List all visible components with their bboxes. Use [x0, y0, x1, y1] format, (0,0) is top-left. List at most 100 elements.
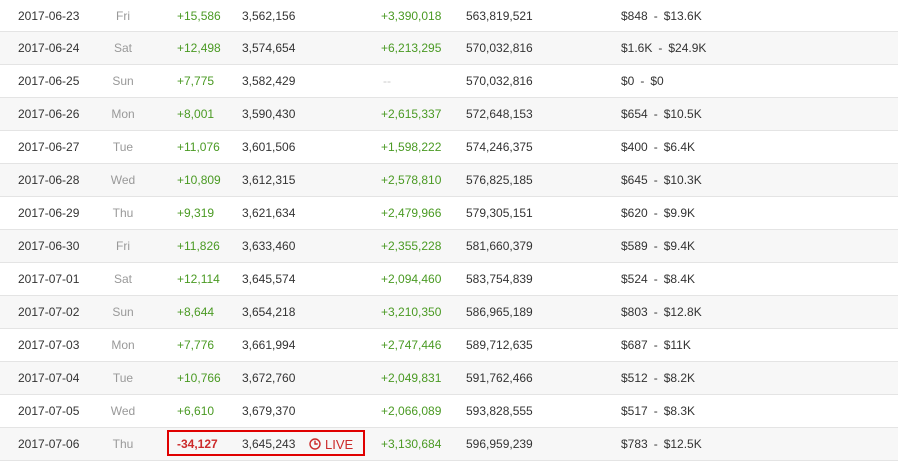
live-label: LIVE	[325, 436, 354, 452]
date-cell: 2017-07-01	[18, 272, 80, 286]
views-total-cell: 570,032,816	[466, 41, 533, 55]
earnings-range: $524- $8.4K	[621, 263, 695, 295]
earnings-high: $12.5K	[663, 437, 702, 451]
table-row: 2017-07-02 Sun +8,644 3,654,218 +3,210,350 58…	[0, 296, 898, 329]
earnings-range: $687- $11K	[621, 329, 691, 361]
views-total-cell: 570,032,816	[466, 74, 533, 88]
views-change-cell: +6,213,295	[381, 41, 442, 55]
earnings-separator: -	[640, 74, 645, 88]
subscriber-total-cell: 3,612,315	[242, 173, 296, 187]
subscriber-total-cell: 3,661,994	[242, 338, 296, 352]
weekday-cell: Mon	[111, 107, 135, 121]
weekday-cell: Wed	[110, 404, 136, 418]
date-cell: 2017-06-25	[18, 74, 80, 88]
table-row: 2017-06-30 Fri +11,826 3,633,460 +2,355,228 5…	[0, 230, 898, 263]
views-total-cell: 579,305,151	[466, 206, 533, 220]
views-change-cell: +2,049,831	[381, 371, 442, 385]
subscriber-total-cell: 3,679,370	[242, 404, 296, 418]
subscriber-change-cell: +15,586	[177, 8, 221, 23]
earnings-separator: -	[653, 437, 658, 451]
earnings-low: $524	[621, 272, 648, 286]
weekday-cell: Wed	[110, 173, 136, 187]
weekday-cell: Tue	[112, 140, 134, 154]
table-row: 2017-06-27 Tue +11,076 3,601,506 +1,598,222 5…	[0, 131, 898, 164]
views-change-cell: +2,747,446	[381, 338, 442, 352]
subscriber-change-cell: +9,319	[177, 206, 215, 220]
views-change-cell: +2,615,337	[381, 107, 442, 121]
subscriber-change-cell: +11,826	[177, 239, 220, 253]
subscriber-change-cell: +10,809	[177, 173, 221, 187]
views-total-cell: 576,825,185	[466, 173, 533, 187]
weekday-cell: Sun	[112, 74, 134, 88]
weekday-cell: Fri	[116, 239, 130, 253]
views-change-cell: +2,355,228	[381, 239, 442, 253]
live-indicator: LIVE	[309, 428, 353, 460]
subscriber-change-cell: +12,498	[177, 41, 221, 55]
subscriber-change-cell: +10,766	[177, 371, 221, 385]
weekday-cell: Thu	[112, 206, 134, 220]
table-row: 2017-07-05 Wed +6,610 3,679,370 +2,066,089 59…	[0, 395, 898, 428]
earnings-high: $6.4K	[663, 140, 696, 154]
subscriber-total-cell: 3,601,506	[242, 140, 296, 154]
earnings-high: $10.3K	[663, 173, 702, 187]
weekday-cell: Tue	[112, 371, 134, 385]
earnings-separator: -	[653, 371, 658, 385]
views-change-cell: +2,094,460	[381, 272, 442, 286]
subscriber-total-cell: 3,645,243	[242, 437, 296, 451]
earnings-separator: -	[653, 173, 658, 187]
views-change-cell: +2,578,810	[381, 173, 442, 187]
earnings-range: $848- $13.6K	[621, 0, 702, 31]
views-total-cell: 581,660,379	[466, 239, 533, 253]
subscriber-total-cell: 3,574,654	[242, 41, 296, 55]
views-total-cell: 591,762,466	[466, 371, 533, 385]
earnings-low: $589	[621, 239, 648, 253]
table-row: 2017-07-03 Mon +7,776 3,661,994 +2,747,446 58…	[0, 329, 898, 362]
date-cell: 2017-07-03	[18, 338, 80, 352]
earnings-range: $0- $0	[621, 65, 664, 97]
earnings-low: $0	[621, 74, 635, 88]
views-change-cell: --	[383, 74, 391, 88]
earnings-range: $620- $9.9K	[621, 197, 695, 229]
earnings-separator: -	[653, 404, 658, 418]
views-total-cell: 593,828,555	[466, 404, 533, 418]
weekday-cell: Thu	[112, 437, 134, 451]
earnings-range: $645- $10.3K	[621, 164, 702, 196]
subscriber-change-cell: +7,776	[177, 338, 215, 352]
subscriber-total-cell: 3,672,760	[242, 371, 296, 385]
views-change-cell: +3,390,018	[381, 8, 442, 23]
views-total-cell: 586,965,189	[466, 305, 533, 319]
subscriber-change-cell: +7,775	[177, 74, 215, 88]
subscriber-total-cell: 3,562,156	[242, 8, 296, 23]
earnings-separator: -	[653, 140, 658, 154]
date-cell: 2017-06-26	[18, 107, 80, 121]
earnings-low: $654	[621, 107, 648, 121]
subscriber-total-cell: 3,654,218	[242, 305, 296, 319]
earnings-separator: -	[653, 239, 658, 253]
earnings-high: $12.8K	[663, 305, 702, 319]
subscriber-total-cell: 3,582,429	[242, 74, 296, 88]
date-cell: 2017-07-04	[18, 371, 80, 385]
earnings-separator: -	[653, 206, 658, 220]
views-change-cell: +2,479,966	[381, 206, 442, 220]
views-total-cell: 563,819,521	[466, 8, 533, 23]
daily-stats-table: 2017-06-23 Fri +15,586 3,562,156 +3,390,018 5…	[0, 0, 898, 461]
earnings-low: $783	[621, 437, 648, 451]
table-row: 2017-06-26 Mon +8,001 3,590,430 +2,615,337 57…	[0, 98, 898, 131]
weekday-cell: Sun	[112, 305, 134, 319]
views-change-cell: +1,598,222	[381, 140, 442, 154]
earnings-range: $803- $12.8K	[621, 296, 702, 328]
views-change-cell: +2,066,089	[381, 404, 442, 418]
earnings-high: $9.9K	[663, 206, 696, 220]
earnings-range: $400- $6.4K	[621, 131, 695, 163]
earnings-separator: -	[653, 8, 658, 23]
subscriber-change-cell: +11,076	[177, 140, 220, 154]
earnings-high: $8.2K	[663, 371, 696, 385]
earnings-range: $589- $9.4K	[621, 230, 695, 262]
earnings-low: $687	[621, 338, 648, 352]
date-cell: 2017-07-02	[18, 305, 80, 319]
date-cell: 2017-06-28	[18, 173, 80, 187]
views-total-cell: 596,959,239	[466, 437, 533, 451]
earnings-range: $783- $12.5K	[621, 428, 702, 460]
table-row: 2017-07-04 Tue +10,766 3,672,760 +2,049,831 5…	[0, 362, 898, 395]
date-cell: 2017-07-06	[18, 437, 80, 451]
